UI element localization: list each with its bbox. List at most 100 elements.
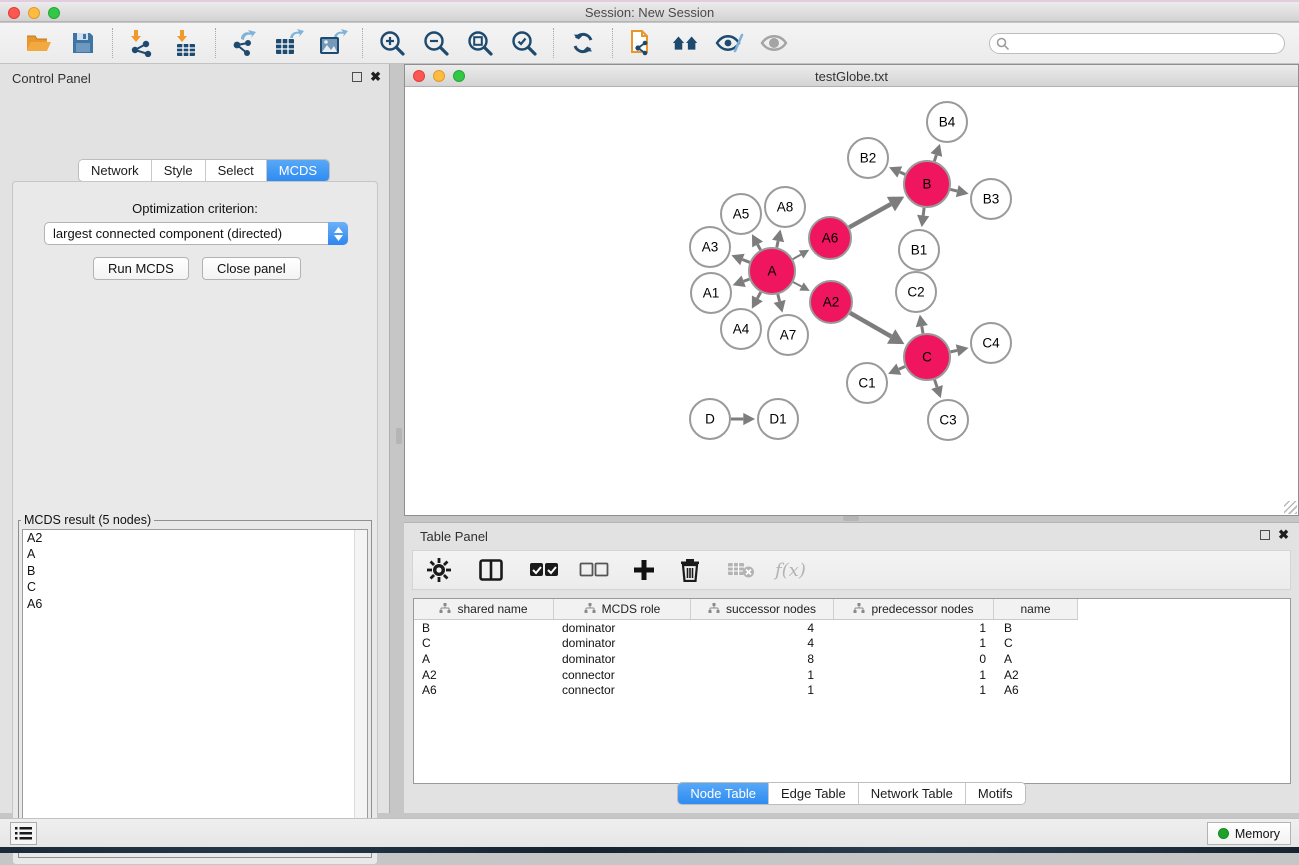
horizontal-splitter-handle[interactable] bbox=[843, 516, 859, 521]
table-cell[interactable]: 1 bbox=[691, 668, 834, 682]
edge-C-C2[interactable] bbox=[922, 326, 923, 333]
close-panel-icon[interactable]: ✖ bbox=[1278, 530, 1289, 540]
zoom-fit-icon[interactable] bbox=[465, 28, 495, 58]
create-column-icon[interactable] bbox=[633, 556, 655, 584]
zoom-in-icon[interactable] bbox=[377, 28, 407, 58]
table-cell[interactable]: 4 bbox=[691, 621, 834, 635]
edge-A-A6[interactable] bbox=[793, 254, 801, 259]
hide-details-icon[interactable] bbox=[715, 28, 745, 58]
column-header-shared-name[interactable]: shared name bbox=[414, 599, 554, 620]
edge-A-A1[interactable] bbox=[744, 279, 750, 281]
table-cell[interactable]: A bbox=[414, 652, 554, 666]
graph-node-A5[interactable]: A5 bbox=[721, 194, 761, 234]
table-cell[interactable]: 1 bbox=[834, 621, 994, 635]
node-table[interactable]: shared nameMCDS rolesuccessor nodesprede… bbox=[413, 598, 1291, 784]
table-cell[interactable]: 8 bbox=[691, 652, 834, 666]
table-cell[interactable]: A6 bbox=[414, 683, 554, 697]
table-cell[interactable]: 1 bbox=[834, 683, 994, 697]
table-cell[interactable]: connector bbox=[554, 683, 691, 697]
mcds-result-item[interactable]: A6 bbox=[23, 596, 367, 613]
graph-node-C[interactable]: C bbox=[904, 334, 950, 380]
table-cell[interactable]: A2 bbox=[414, 668, 554, 682]
open-file-icon[interactable] bbox=[24, 28, 54, 58]
mcds-result-list[interactable]: A2ABCA6 bbox=[22, 529, 368, 848]
edge-A-A3[interactable] bbox=[742, 260, 749, 263]
edge-C-C4[interactable] bbox=[950, 350, 957, 351]
graph-node-A3[interactable]: A3 bbox=[690, 227, 730, 267]
graph-node-C2[interactable]: C2 bbox=[896, 272, 936, 312]
table-cell[interactable]: A2 bbox=[994, 668, 1078, 682]
graph-node-A4[interactable]: A4 bbox=[721, 309, 761, 349]
table-cell[interactable]: dominator bbox=[554, 636, 691, 650]
column-header-name[interactable]: name bbox=[994, 599, 1078, 620]
graph-node-A[interactable]: A bbox=[749, 248, 795, 294]
mcds-result-item[interactable]: B bbox=[23, 563, 367, 580]
graph-node-C3[interactable]: C3 bbox=[928, 400, 968, 440]
graph-node-B2[interactable]: B2 bbox=[848, 138, 888, 178]
close-panel-button[interactable]: Close panel bbox=[202, 257, 301, 280]
import-network-icon[interactable] bbox=[127, 28, 157, 58]
settings-gear-icon[interactable] bbox=[427, 556, 451, 584]
table-cell[interactable]: dominator bbox=[554, 621, 691, 635]
table-cell[interactable]: B bbox=[414, 621, 554, 635]
tab-edge-table[interactable]: Edge Table bbox=[769, 783, 859, 804]
mcds-result-item[interactable]: A2 bbox=[23, 530, 367, 547]
criterion-select[interactable]: largest connected component (directed) bbox=[44, 222, 348, 245]
edge-B-B4[interactable] bbox=[934, 155, 936, 161]
network-canvas[interactable]: AA1A2A3A4A5A6A7A8BB1B2B3B4CC1C2C3C4DD1 bbox=[405, 88, 1298, 515]
graph-node-A1[interactable]: A1 bbox=[691, 273, 731, 313]
graph-node-B1[interactable]: B1 bbox=[899, 230, 939, 270]
edge-A-A7[interactable] bbox=[778, 294, 780, 301]
edge-B-B3[interactable] bbox=[950, 189, 957, 191]
edge-B-B1[interactable] bbox=[923, 208, 924, 216]
run-mcds-button[interactable]: Run MCDS bbox=[93, 257, 189, 280]
graph-node-B4[interactable]: B4 bbox=[927, 102, 967, 142]
export-image-icon[interactable] bbox=[318, 28, 348, 58]
table-row[interactable]: Bdominator41B bbox=[414, 620, 1290, 636]
column-header-successor-nodes[interactable]: successor nodes bbox=[691, 599, 834, 620]
edge-A-A5[interactable] bbox=[758, 244, 761, 249]
tab-network-table[interactable]: Network Table bbox=[859, 783, 966, 804]
graph-node-D1[interactable]: D1 bbox=[758, 399, 798, 439]
table-cell[interactable]: 1 bbox=[691, 683, 834, 697]
graph-node-A6[interactable]: A6 bbox=[809, 217, 851, 259]
table-cell[interactable]: dominator bbox=[554, 652, 691, 666]
tab-select[interactable]: Select bbox=[206, 160, 267, 181]
task-history-button[interactable] bbox=[10, 822, 37, 845]
tab-node-table[interactable]: Node Table bbox=[678, 783, 769, 804]
first-neighbors-icon[interactable] bbox=[671, 28, 701, 58]
tab-style[interactable]: Style bbox=[152, 160, 206, 181]
graph-node-B3[interactable]: B3 bbox=[971, 179, 1011, 219]
edge-B-B2[interactable] bbox=[900, 172, 905, 174]
graph-node-C4[interactable]: C4 bbox=[971, 323, 1011, 363]
graph-node-A2[interactable]: A2 bbox=[810, 281, 852, 323]
table-cell[interactable]: 4 bbox=[691, 636, 834, 650]
edge-A6-B[interactable] bbox=[849, 204, 891, 227]
tab-network[interactable]: Network bbox=[79, 160, 152, 181]
graph-node-C1[interactable]: C1 bbox=[847, 363, 887, 403]
unselect-all-columns-icon[interactable] bbox=[579, 556, 609, 584]
float-panel-icon[interactable] bbox=[1260, 530, 1270, 540]
table-cell[interactable]: A6 bbox=[994, 683, 1078, 697]
resize-grip[interactable] bbox=[1284, 501, 1297, 514]
table-cell[interactable]: A bbox=[994, 652, 1078, 666]
float-panel-icon[interactable] bbox=[352, 72, 362, 82]
edge-A-A2[interactable] bbox=[793, 282, 801, 286]
tab-motifs[interactable]: Motifs bbox=[966, 783, 1025, 804]
tab-mcds[interactable]: MCDS bbox=[267, 160, 329, 181]
table-row[interactable]: A2connector11A2 bbox=[414, 667, 1290, 683]
table-cell[interactable]: connector bbox=[554, 668, 691, 682]
memory-button[interactable]: Memory bbox=[1207, 822, 1291, 845]
table-cell[interactable]: C bbox=[994, 636, 1078, 650]
network-window-titlebar[interactable]: testGlobe.txt bbox=[405, 65, 1298, 87]
table-cell[interactable]: C bbox=[414, 636, 554, 650]
list-scrollbar[interactable] bbox=[354, 530, 367, 847]
table-cell[interactable]: 0 bbox=[834, 652, 994, 666]
graph-node-A7[interactable]: A7 bbox=[768, 315, 808, 355]
save-session-icon[interactable] bbox=[68, 28, 98, 58]
graph-node-B[interactable]: B bbox=[904, 161, 950, 207]
graph-node-A8[interactable]: A8 bbox=[765, 187, 805, 227]
table-cell[interactable]: 1 bbox=[834, 636, 994, 650]
table-cell[interactable]: B bbox=[994, 621, 1078, 635]
edge-C-C3[interactable] bbox=[935, 380, 937, 387]
